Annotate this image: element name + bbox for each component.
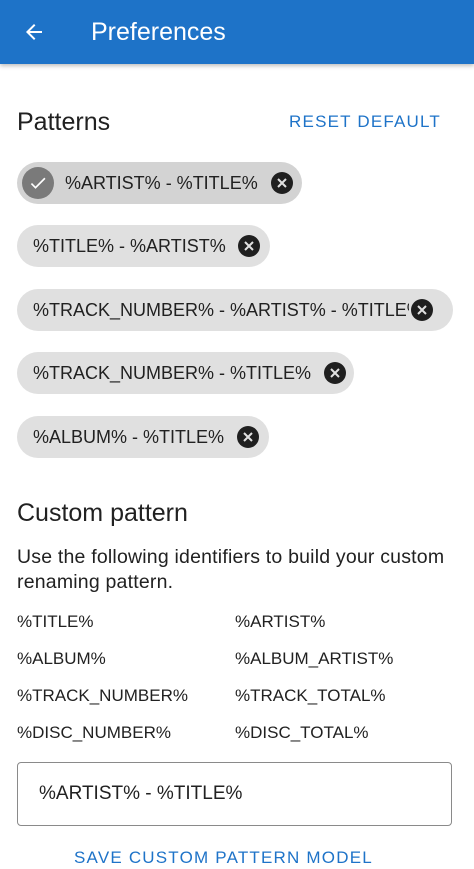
chip-label: %TRACK_NUMBER% - %TITLE% [33, 363, 312, 383]
identifier-disc-number: %DISC_NUMBER% [17, 723, 171, 742]
custom-pattern-input-value: %ARTIST% - %TITLE% [39, 783, 243, 804]
app-bar: Preferences [0, 0, 474, 64]
close-icon[interactable] [324, 362, 347, 384]
pattern-chip-album-title[interactable]: %ALBUM% - %TITLE% [17, 416, 269, 458]
page-title: Preferences [91, 18, 226, 46]
back-button[interactable] [14, 12, 54, 52]
identifier-title: %TITLE% [17, 612, 94, 631]
pattern-chip-artist-title[interactable]: %ARTIST% - %TITLE% [17, 162, 302, 204]
chip-label: %ARTIST% - %TITLE% [65, 173, 258, 193]
arrow-back-icon [26, 24, 42, 40]
identifier-track-number: %TRACK_NUMBER% [17, 686, 188, 705]
chip-label: %TITLE% - %ARTIST% [33, 236, 226, 256]
pattern-chip-track-artist-title[interactable]: %TRACK_NUMBER% - %ARTIST% - %TITLE% [17, 289, 453, 331]
identifier-album: %ALBUM% [17, 649, 106, 668]
close-icon[interactable] [237, 426, 260, 448]
chip-label: %TRACK_NUMBER% - %ARTIST% - %TITLE% [33, 300, 409, 320]
save-custom-pattern-button[interactable]: SAVE CUSTOM PATTERN MODEL [74, 847, 373, 869]
close-icon[interactable] [270, 172, 293, 194]
identifier-disc-total: %DISC_TOTAL% [235, 723, 369, 742]
pattern-chip-title-artist[interactable]: %TITLE% - %ARTIST% [17, 225, 270, 267]
pattern-chip-track-title[interactable]: %TRACK_NUMBER% - %TITLE% [17, 352, 354, 394]
close-icon[interactable] [411, 299, 433, 321]
custom-pattern-input[interactable]: %ARTIST% - %TITLE% [17, 762, 452, 826]
custom-pattern-heading: Custom pattern [17, 499, 188, 527]
reset-default-button[interactable]: RESET DEFAULT [289, 111, 441, 133]
chip-label: %ALBUM% - %TITLE% [33, 427, 225, 447]
patterns-heading: Patterns [17, 108, 111, 136]
custom-pattern-description: Use the following identifiers to build y… [17, 546, 445, 593]
identifier-artist: %ARTIST% [235, 612, 326, 631]
close-icon[interactable] [237, 235, 260, 257]
identifier-track-total: %TRACK_TOTAL% [235, 686, 386, 705]
identifier-album-artist: %ALBUM_ARTIST% [235, 649, 394, 668]
check-icon [22, 167, 54, 199]
